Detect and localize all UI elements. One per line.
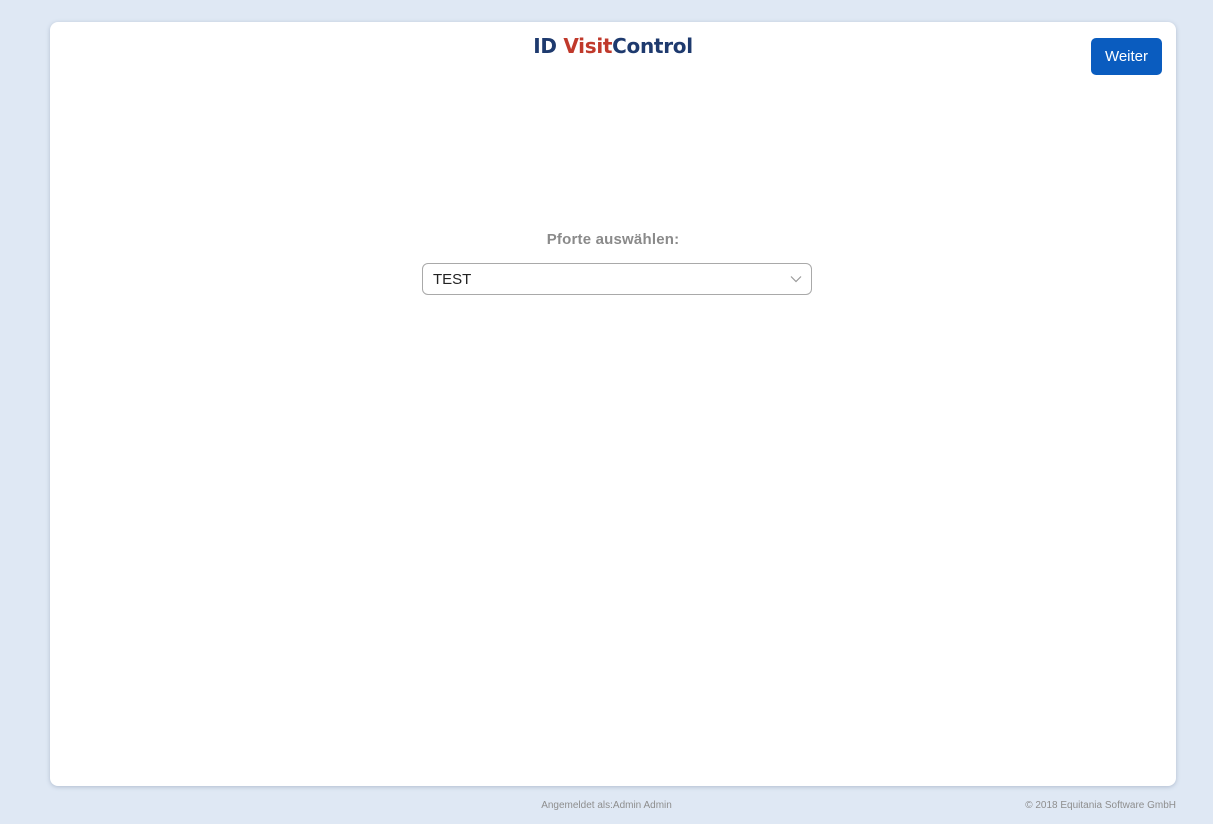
next-button[interactable]: Weiter [1091,38,1162,75]
app-logo: ID VisitControl [50,34,1176,58]
copyright-text: © 2018 Equitania Software GmbH [1025,800,1176,811]
main-card: ID VisitControl Weiter Pforte auswählen:… [50,22,1176,786]
chevron-down-icon [790,276,802,283]
logo-text-id: ID [533,34,564,58]
gate-select[interactable]: TEST [422,263,812,295]
logo-text-visit: Visit [563,34,613,58]
logo-text-control: Control [612,34,693,58]
gate-select-label: Pforte auswählen: [546,231,680,248]
gate-select-value: TEST [433,271,472,288]
